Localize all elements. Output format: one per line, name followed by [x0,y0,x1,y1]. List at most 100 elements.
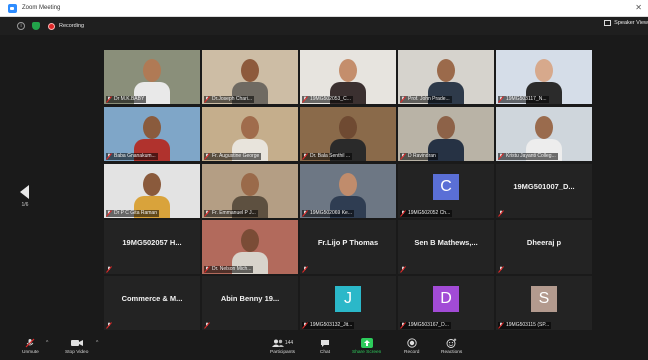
title-bar: Zoom Meeting ✕ [0,0,648,17]
participant-tile[interactable]: Sen B Mathews,... [398,220,494,274]
muted-microphone-icon [204,210,210,217]
participant-tile[interactable]: D 19MG503167_D... [398,276,494,330]
participant-tile[interactable]: Dheeraj p [496,220,592,274]
participant-name-label: Baba Gnanakum... [106,153,158,160]
muted-microphone-icon [106,96,112,103]
participants-label: Participants [270,350,296,355]
participant-tile[interactable]: Dr M.K.BABY [104,50,200,104]
muted-microphone-icon [204,153,210,160]
participant-name-label: Prof. John Prade... [400,96,452,103]
share-screen-icon [360,338,373,348]
video-camera-icon [70,338,83,348]
chevron-left-icon [20,185,29,199]
previous-page-button[interactable]: 1/6 [18,185,32,208]
participant-avatar: C [433,174,459,200]
meeting-controls: Unmute ^ Stop Video ^ 144 Participants C… [0,335,648,360]
participant-name-label: Dr. Nelson Mich... [204,266,254,273]
video-gallery: 1/6 Dr M.K.BABY Dr.Joseph Chari... 19MG502… [0,35,648,335]
participants-button[interactable]: 144 Participants [270,338,295,355]
share-screen-button[interactable]: Share Screen [352,338,381,355]
stop-video-label: Stop Video [65,350,89,355]
participant-avatar: S [531,286,557,312]
participant-display-name: Dheeraj p [526,238,562,247]
participant-face [143,173,161,196]
participant-tile[interactable]: Kristu Jayanti Colleg... [496,107,592,161]
participant-tile[interactable]: 19MG502057 H... [104,220,200,274]
participants-icon: 144 [271,338,294,348]
participant-name-label: Kristu Jayanti Colleg... [498,153,558,160]
participant-name-label: Dr P C Gita Raman [106,210,159,217]
participant-tile[interactable]: D Ravindran [398,107,494,161]
muted-microphone-icon [302,210,308,217]
participant-name-label: Dr.Joseph Chari... [204,96,255,103]
participant-tile[interactable]: 19MG502069 Ke... [300,164,396,218]
audio-options-caret-icon[interactable]: ^ [46,340,48,346]
window-title: Zoom Meeting [22,5,61,11]
encryption-shield-icon[interactable] [32,22,40,30]
chat-button[interactable]: Chat [319,338,331,355]
muted-microphone-icon [204,322,210,329]
reactions-button[interactable]: Reactions [441,338,462,355]
participant-name-label: 19MG503117_N... [498,96,549,103]
record-button[interactable]: Record [404,338,419,355]
speaker-view-button[interactable]: Speaker View [604,20,648,26]
participant-tile[interactable]: Commerce & M... [104,276,200,330]
participant-face [143,59,161,82]
participant-face [535,59,553,82]
muted-microphone-icon [302,266,308,273]
participant-tile[interactable]: J 19MG503132_Jit... [300,276,396,330]
muted-microphone-icon [302,322,308,329]
participant-tile[interactable]: 19MG501007_D... [496,164,592,218]
participant-tile[interactable]: Prof. John Prade... [398,50,494,104]
participant-tile[interactable]: S 19MG503115 (SP... [496,276,592,330]
muted-microphone-icon [400,210,406,217]
video-options-caret-icon[interactable]: ^ [96,340,98,346]
participant-tile[interactable]: Fr. Augustine George [202,107,298,161]
participants-count: 144 [284,340,294,346]
unmute-button[interactable]: Unmute [22,338,39,355]
participant-tile[interactable]: 19MG503117_N... [496,50,592,104]
muted-microphone-icon [498,210,504,217]
participant-tile[interactable]: 19MG502053_C... [300,50,396,104]
muted-microphone-icon [106,266,112,273]
participant-tile[interactable]: Baba Gnanakum... [104,107,200,161]
chat-bubble-icon [319,338,331,348]
participant-tile[interactable]: Dr. Nelson Mich... [202,220,298,274]
participant-tile[interactable]: Dr. Bala Senthil ... [300,107,396,161]
muted-microphone-icon [400,266,406,273]
participant-tile[interactable]: Dr P C Gita Raman [104,164,200,218]
participant-face [143,116,161,139]
close-icon[interactable]: ✕ [635,3,642,12]
participant-tile[interactable]: Dr.Joseph Chari... [202,50,298,104]
participant-display-name: 19MG501007_D... [513,182,575,191]
microphone-muted-icon [24,338,36,348]
participant-tile[interactable]: Fr.Lijo P Thomas [300,220,396,274]
participant-display-name: 19MG502057 H... [122,238,182,247]
participant-tile[interactable]: C 19MG502052 Ch... [398,164,494,218]
stop-video-button[interactable]: Stop Video [65,338,88,355]
participant-name-label: Fr. Emmanuel P J... [204,210,258,217]
participant-display-name: Fr.Lijo P Thomas [317,238,379,247]
muted-microphone-icon [106,153,112,160]
participant-face [241,116,259,139]
muted-microphone-icon [106,210,112,217]
participant-name-label: Dr M.K.BABY [106,96,147,103]
participant-avatar: D [433,286,459,312]
participant-grid: Dr M.K.BABY Dr.Joseph Chari... 19MG502053_… [104,50,592,335]
share-screen-label: Share Screen [352,350,382,355]
participant-name-label: 19MG503132_Jit... [302,322,355,329]
participant-face [241,59,259,82]
participant-name-label: 19MG502052 Ch... [400,210,453,217]
participant-tile[interactable]: Fr. Emmanuel P J... [202,164,298,218]
muted-microphone-icon [302,153,308,160]
participant-tile[interactable]: Abin Benny 19... [202,276,298,330]
participant-name-label: Fr. Augustine George [204,153,262,160]
meeting-info-icon[interactable]: i [17,22,25,30]
participant-name-label: 19MG503167_D... [400,322,451,329]
participant-name-label: 19MG502069 Ke... [302,210,354,217]
participant-avatar: J [335,286,361,312]
smiley-plus-icon [446,338,458,348]
muted-microphone-icon [400,322,406,329]
unmute-label: Unmute [22,350,39,355]
muted-microphone-icon [498,266,504,273]
